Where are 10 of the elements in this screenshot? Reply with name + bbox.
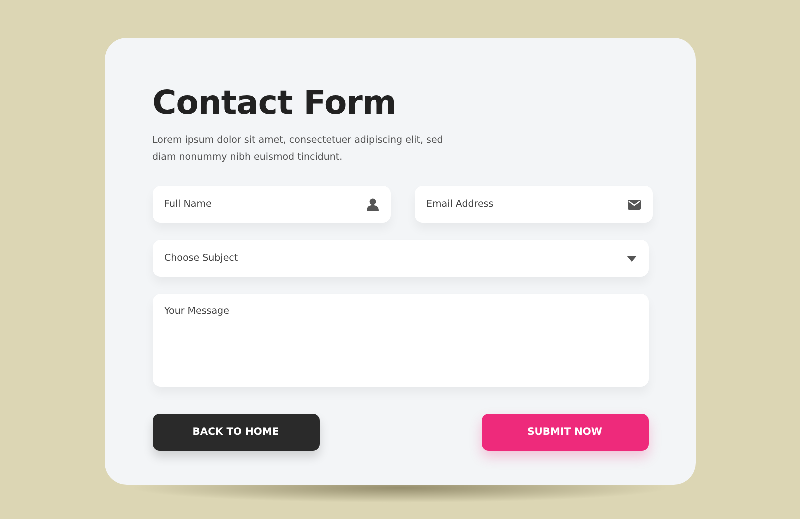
name-field[interactable]: Full Name: [152, 186, 390, 223]
caret-icon: [626, 256, 636, 262]
form-title: Contact Form: [152, 84, 398, 122]
person-icon: [366, 198, 378, 211]
form-description: Lorem ipsum dolor sit amet, consectetuer adipiscing elit, sed diam nonummy nibh euismod tincidunt.: [152, 134, 444, 165]
message-field[interactable]: Your Message: [152, 294, 648, 387]
submit-button[interactable]: SUBMIT NOW: [482, 414, 648, 451]
subject-dropdown[interactable]: Choose Subject: [152, 240, 648, 277]
back-button[interactable]: BACK TO HOME: [152, 414, 320, 451]
email-field[interactable]: Email Address: [414, 186, 652, 223]
